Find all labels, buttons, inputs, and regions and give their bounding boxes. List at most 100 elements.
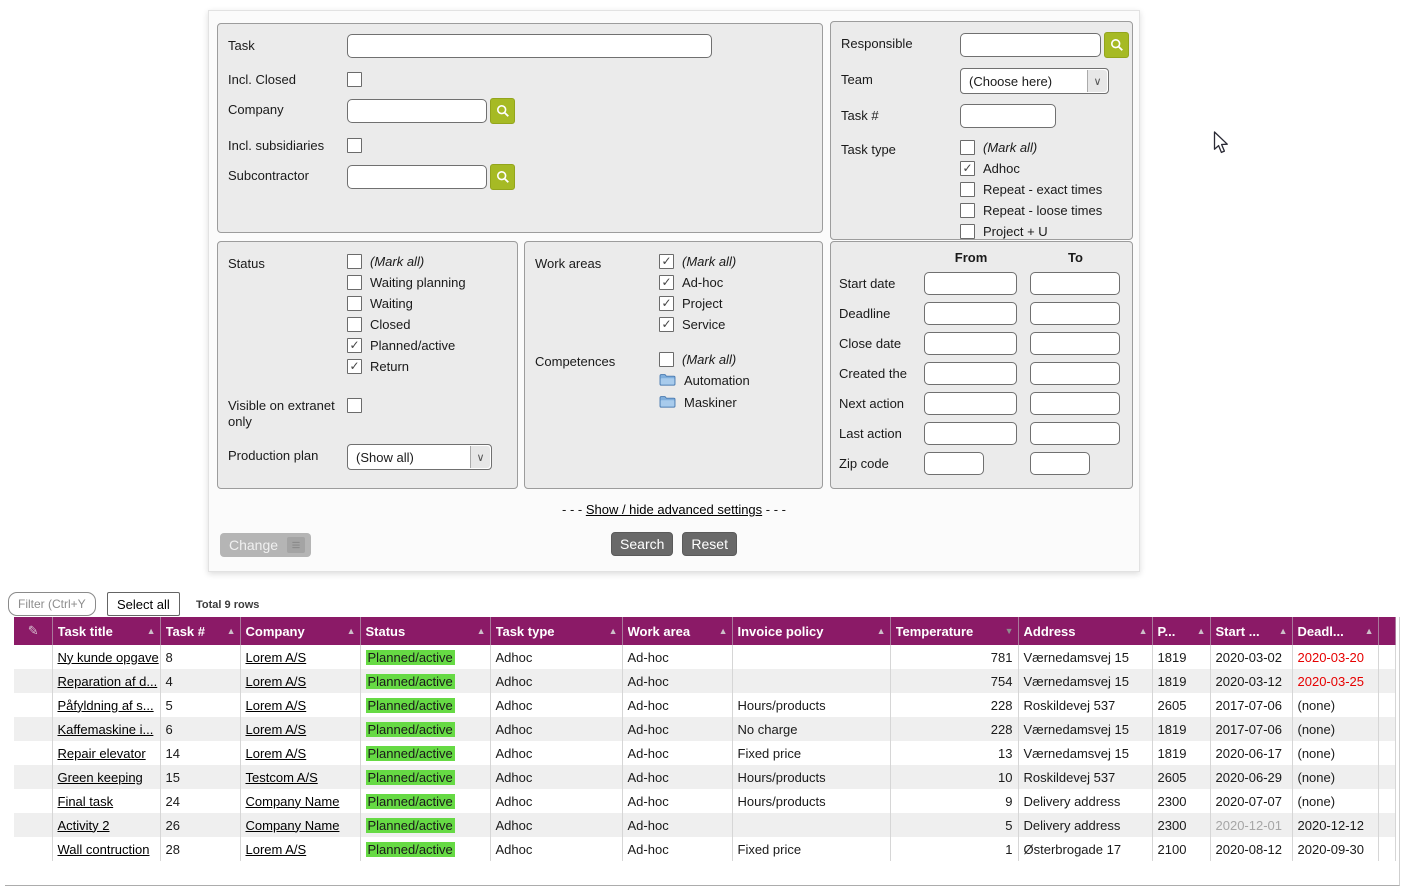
task-type-checkbox[interactable] bbox=[960, 224, 975, 239]
status-checkbox[interactable] bbox=[347, 254, 362, 269]
column-header-edit[interactable]: ✎ bbox=[14, 617, 52, 645]
task-title-link[interactable]: Ny kunde opgave bbox=[58, 650, 159, 665]
status-option[interactable]: Return bbox=[347, 359, 466, 374]
task-type-checkbox[interactable] bbox=[960, 140, 975, 155]
status-checkbox[interactable] bbox=[347, 296, 362, 311]
task-type-option[interactable]: Project + U bbox=[960, 224, 1102, 239]
company-link[interactable]: Company Name bbox=[246, 818, 340, 833]
status-checkbox[interactable] bbox=[347, 338, 362, 353]
task-type-checkbox[interactable] bbox=[960, 203, 975, 218]
task-title-link[interactable]: Wall contruction bbox=[58, 842, 150, 857]
extranet-only-checkbox[interactable] bbox=[347, 398, 362, 413]
status-checkbox[interactable] bbox=[347, 317, 362, 332]
responsible-search-button[interactable] bbox=[1104, 32, 1129, 58]
task-type-option[interactable]: Repeat - loose times bbox=[960, 203, 1102, 218]
competence-mark-all-checkbox[interactable] bbox=[659, 352, 674, 367]
search-button[interactable]: Search bbox=[611, 532, 673, 556]
column-header-p-[interactable]: P...▲ bbox=[1152, 617, 1210, 645]
task-title-link[interactable]: Final task bbox=[58, 794, 114, 809]
start-date-from-input[interactable] bbox=[924, 272, 1017, 295]
work-area-checkbox[interactable] bbox=[659, 275, 674, 290]
company-link[interactable]: Lorem A/S bbox=[246, 746, 307, 761]
status-option[interactable]: Waiting planning bbox=[347, 275, 466, 290]
work-area-option[interactable]: Project bbox=[659, 296, 736, 311]
sort-asc-icon[interactable]: ▲ bbox=[609, 626, 618, 636]
incl-subsidiaries-checkbox[interactable] bbox=[347, 138, 362, 153]
status-checkbox[interactable] bbox=[347, 275, 362, 290]
status-option[interactable]: (Mark all) bbox=[347, 254, 466, 269]
task-title-link[interactable]: Kaffemaskine i... bbox=[58, 722, 154, 737]
table-filter-input[interactable] bbox=[8, 592, 96, 616]
last-action-to-input[interactable] bbox=[1030, 422, 1120, 445]
column-header-start-[interactable]: Start ...▲ bbox=[1210, 617, 1292, 645]
column-header-temperature[interactable]: Temperature▼ bbox=[890, 617, 1018, 645]
column-header-deadl-[interactable]: Deadl...▲ bbox=[1292, 617, 1378, 645]
responsible-input[interactable] bbox=[960, 33, 1101, 57]
next-action-to-input[interactable] bbox=[1030, 392, 1120, 415]
deadline-from-input[interactable] bbox=[924, 302, 1017, 325]
company-link[interactable]: Testcom A/S bbox=[246, 770, 318, 785]
start-date-to-input[interactable] bbox=[1030, 272, 1120, 295]
status-checkbox[interactable] bbox=[347, 359, 362, 374]
company-link[interactable]: Lorem A/S bbox=[246, 698, 307, 713]
status-option[interactable]: Planned/active bbox=[347, 338, 466, 353]
company-link[interactable]: Lorem A/S bbox=[246, 842, 307, 857]
task-type-checkbox[interactable] bbox=[960, 161, 975, 176]
column-header-address[interactable]: Address▲ bbox=[1018, 617, 1152, 645]
next-action-from-input[interactable] bbox=[924, 392, 1017, 415]
task-input[interactable] bbox=[347, 34, 712, 58]
subcontractor-search-button[interactable] bbox=[490, 164, 515, 190]
zip-code-to-input[interactable] bbox=[1030, 452, 1090, 475]
column-header-task-title[interactable]: Task title▲ bbox=[52, 617, 160, 645]
work-area-checkbox[interactable] bbox=[659, 254, 674, 269]
created-the-from-input[interactable] bbox=[924, 362, 1017, 385]
production-plan-select[interactable]: (Show all) ∨ bbox=[347, 444, 492, 470]
company-link[interactable]: Lorem A/S bbox=[246, 722, 307, 737]
company-link[interactable]: Lorem A/S bbox=[246, 650, 307, 665]
column-header-company[interactable]: Company▲ bbox=[240, 617, 360, 645]
deadline-to-input[interactable] bbox=[1030, 302, 1120, 325]
company-link[interactable]: Lorem A/S bbox=[246, 674, 307, 689]
task-type-option[interactable]: Repeat - exact times bbox=[960, 182, 1102, 197]
sort-asc-icon[interactable]: ▲ bbox=[719, 626, 728, 636]
last-action-from-input[interactable] bbox=[924, 422, 1017, 445]
work-area-option[interactable]: Service bbox=[659, 317, 736, 332]
sort-asc-icon[interactable]: ▲ bbox=[1139, 626, 1148, 636]
status-option[interactable]: Closed bbox=[347, 317, 466, 332]
reset-button[interactable]: Reset bbox=[682, 532, 737, 556]
sort-asc-icon[interactable]: ▲ bbox=[877, 626, 886, 636]
task-type-option[interactable]: (Mark all) bbox=[960, 140, 1102, 155]
company-search-button[interactable] bbox=[490, 98, 515, 124]
work-area-option[interactable]: Ad-hoc bbox=[659, 275, 736, 290]
column-header-work-area[interactable]: Work area▲ bbox=[622, 617, 732, 645]
sort-asc-icon[interactable]: ▲ bbox=[147, 626, 156, 636]
status-option[interactable]: Waiting bbox=[347, 296, 466, 311]
sort-asc-icon[interactable]: ▲ bbox=[227, 626, 236, 636]
subcontractor-input[interactable] bbox=[347, 165, 487, 189]
company-input[interactable] bbox=[347, 99, 487, 123]
company-link[interactable]: Company Name bbox=[246, 794, 340, 809]
task-title-link[interactable]: Repair elevator bbox=[58, 746, 146, 761]
competence-folder[interactable]: Automation bbox=[659, 373, 750, 389]
close-date-to-input[interactable] bbox=[1030, 332, 1120, 355]
select-all-button[interactable]: Select all bbox=[107, 592, 180, 616]
column-header-invoice-policy[interactable]: Invoice policy▲ bbox=[732, 617, 890, 645]
sort-desc-icon[interactable]: ▼ bbox=[1005, 626, 1014, 636]
task-title-link[interactable]: Reparation af d... bbox=[58, 674, 158, 689]
sort-asc-icon[interactable]: ▲ bbox=[477, 626, 486, 636]
work-area-checkbox[interactable] bbox=[659, 296, 674, 311]
task-type-checkbox[interactable] bbox=[960, 182, 975, 197]
zip-code-from-input[interactable] bbox=[924, 452, 984, 475]
column-header-task-#[interactable]: Task #▲ bbox=[160, 617, 240, 645]
task-type-option[interactable]: Adhoc bbox=[960, 161, 1102, 176]
advanced-settings-link[interactable]: Show / hide advanced settings bbox=[586, 502, 762, 517]
team-select[interactable]: (Choose here) ∨ bbox=[960, 68, 1109, 94]
task-title-link[interactable]: Activity 2 bbox=[58, 818, 110, 833]
close-date-from-input[interactable] bbox=[924, 332, 1017, 355]
work-area-checkbox[interactable] bbox=[659, 317, 674, 332]
created-the-to-input[interactable] bbox=[1030, 362, 1120, 385]
task-title-link[interactable]: Green keeping bbox=[58, 770, 143, 785]
competence-mark-all-option[interactable]: (Mark all) bbox=[659, 352, 750, 367]
work-area-option[interactable]: (Mark all) bbox=[659, 254, 736, 269]
sort-asc-icon[interactable]: ▲ bbox=[1365, 626, 1374, 636]
